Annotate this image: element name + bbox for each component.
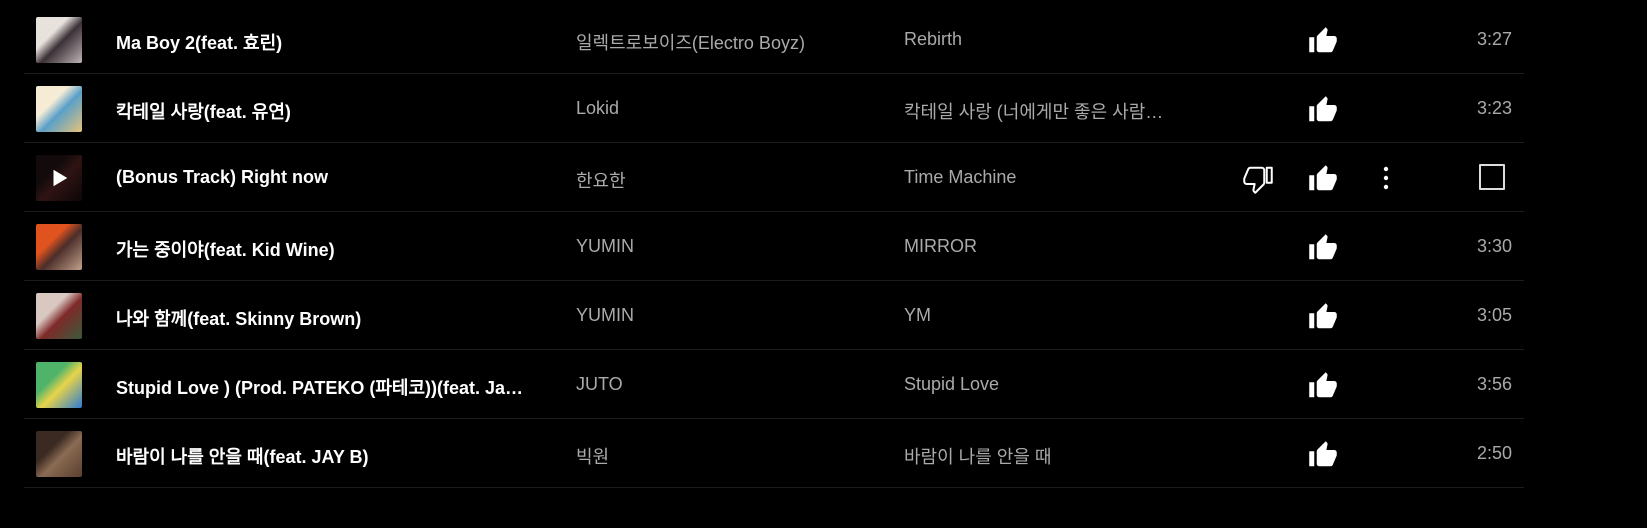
album-art-thumbnail[interactable] — [36, 224, 82, 270]
track-row[interactable]: 나와 함께(feat. Skinny Brown) YUMIN YM 3:05 — [24, 281, 1524, 350]
track-album[interactable]: Time Machine — [904, 167, 1204, 188]
track-duration: 3:56 — [1476, 374, 1512, 394]
track-duration: 3:30 — [1476, 236, 1512, 256]
track-title[interactable]: (Bonus Track) Right now — [116, 167, 556, 188]
album-art-image — [36, 86, 82, 132]
track-list: Ma Boy 2(feat. 효린) 일렉트로보이즈(Electro Boyz) R… — [24, 5, 1524, 488]
more-vert-icon[interactable] — [1374, 164, 1398, 192]
track-row[interactable]: 바람이 나를 안을 때(feat. JAY B) 빅원 바람이 나를 안을 때 2:5… — [24, 419, 1524, 488]
track-duration: 3:05 — [1476, 305, 1512, 325]
track-artist[interactable]: YUMIN — [576, 236, 876, 257]
album-art-thumbnail[interactable] — [36, 362, 82, 408]
album-art-thumbnail[interactable] — [36, 431, 82, 477]
album-art-image — [36, 362, 82, 408]
track-duration: 3:27 — [1476, 29, 1512, 49]
track-album[interactable]: Rebirth — [904, 29, 1204, 50]
album-art-thumbnail[interactable] — [36, 155, 82, 201]
track-row[interactable]: Stupid Love ) (Prod. PATEKO (파테코))(feat.… — [24, 350, 1524, 419]
track-artist[interactable]: 일렉트로보이즈(Electro Boyz) — [576, 29, 876, 55]
track-album[interactable]: YM — [904, 305, 1204, 326]
track-row[interactable]: 칵테일 사랑(feat. 유연) Lokid 칵테일 사랑 (너에게만 좋은 사람…… — [24, 74, 1524, 143]
album-art-image — [36, 17, 82, 63]
thumb-up-icon[interactable] — [1308, 95, 1338, 125]
thumb-up-icon[interactable] — [1308, 440, 1338, 470]
track-title[interactable]: Ma Boy 2(feat. 효린) — [116, 29, 556, 55]
thumb-up-icon[interactable] — [1308, 371, 1338, 401]
track-album[interactable]: 칵테일 사랑 (너에게만 좋은 사람… — [904, 98, 1204, 124]
track-artist[interactable]: Lokid — [576, 98, 876, 119]
thumb-up-icon[interactable] — [1308, 302, 1338, 332]
thumb-up-icon[interactable] — [1308, 164, 1338, 194]
track-title[interactable]: 칵테일 사랑(feat. 유연) — [116, 98, 556, 124]
select-checkbox[interactable] — [1479, 164, 1505, 190]
track-duration: 3:23 — [1476, 98, 1512, 118]
thumb-up-icon[interactable] — [1308, 26, 1338, 56]
track-title[interactable]: 바람이 나를 안을 때(feat. JAY B) — [116, 443, 556, 469]
track-album[interactable]: Stupid Love — [904, 374, 1204, 395]
track-row[interactable]: 가는 중이야(feat. Kid Wine) YUMIN MIRROR 3:30 — [24, 212, 1524, 281]
album-art-thumbnail[interactable] — [36, 293, 82, 339]
album-art-image — [36, 293, 82, 339]
track-duration: 2:50 — [1476, 443, 1512, 463]
track-row[interactable]: (Bonus Track) Right now 한요한 Time Machine — [24, 143, 1524, 212]
track-album[interactable]: 바람이 나를 안을 때 — [904, 443, 1204, 469]
track-artist[interactable]: JUTO — [576, 374, 876, 395]
track-artist[interactable]: YUMIN — [576, 305, 876, 326]
thumb-down-icon[interactable] — [1243, 164, 1273, 194]
track-title[interactable]: 나와 함께(feat. Skinny Brown) — [116, 305, 556, 331]
track-artist[interactable]: 빅원 — [576, 443, 876, 469]
play-icon[interactable] — [36, 155, 82, 201]
thumb-up-icon[interactable] — [1308, 233, 1338, 263]
track-title[interactable]: Stupid Love ) (Prod. PATEKO (파테코))(feat.… — [116, 374, 556, 400]
track-row[interactable]: Ma Boy 2(feat. 효린) 일렉트로보이즈(Electro Boyz) R… — [24, 5, 1524, 74]
track-artist[interactable]: 한요한 — [576, 167, 876, 193]
track-album[interactable]: MIRROR — [904, 236, 1204, 257]
album-art-thumbnail[interactable] — [36, 17, 82, 63]
album-art-image — [36, 224, 82, 270]
album-art-image — [36, 431, 82, 477]
track-title[interactable]: 가는 중이야(feat. Kid Wine) — [116, 236, 556, 262]
album-art-thumbnail[interactable] — [36, 86, 82, 132]
